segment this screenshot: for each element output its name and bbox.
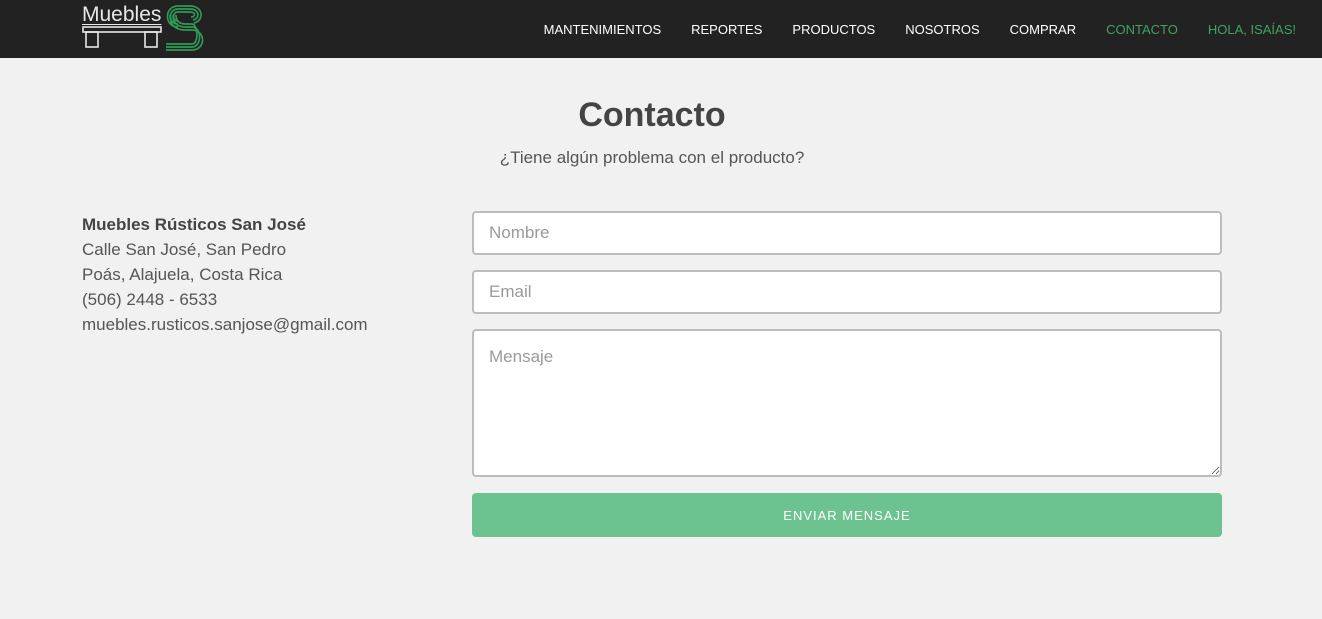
nav-contacto[interactable]: CONTACTO bbox=[1106, 22, 1178, 37]
contact-email: muebles.rusticos.sanjose@gmail.com bbox=[82, 315, 368, 334]
nav-nosotros[interactable]: NOSOTROS bbox=[905, 22, 979, 37]
nav-comprar[interactable]: COMPRAR bbox=[1010, 22, 1076, 37]
main-nav: MANTENIMIENTOS REPORTES PRODUCTOS NOSOTR… bbox=[514, 0, 1296, 58]
company-name: Muebles Rústicos San José bbox=[82, 215, 306, 234]
message-textarea[interactable] bbox=[472, 329, 1222, 477]
address-line-1: Calle San José, San Pedro bbox=[82, 240, 287, 259]
page-title: Contacto bbox=[578, 96, 726, 134]
address-line-2: Poás, Alajuela, Costa Rica bbox=[82, 265, 283, 284]
nav-user-greeting[interactable]: HOLA, ISAÍAS! bbox=[1208, 22, 1296, 37]
phone-number: (506) 2448 - 6533 bbox=[82, 290, 218, 309]
name-input[interactable] bbox=[472, 211, 1222, 255]
send-message-button[interactable]: ENVIAR MENSAJE bbox=[472, 493, 1222, 537]
table-and-s-logo-icon bbox=[82, 5, 204, 51]
nav-reportes[interactable]: REPORTES bbox=[691, 22, 762, 37]
nav-mantenimientos[interactable]: MANTENIMIENTOS bbox=[544, 22, 662, 37]
page-subtitle: ¿Tiene algún problema con el producto? bbox=[499, 148, 805, 167]
top-navbar: Muebles MANTENIMIENTOS REPORTES PRODUCTO… bbox=[0, 0, 1322, 58]
brand-logo[interactable]: Muebles bbox=[82, 3, 206, 53]
contact-info: Muebles Rústicos San José Calle San José… bbox=[82, 212, 442, 337]
nav-productos[interactable]: PRODUCTOS bbox=[792, 22, 875, 37]
email-input[interactable] bbox=[472, 270, 1222, 314]
